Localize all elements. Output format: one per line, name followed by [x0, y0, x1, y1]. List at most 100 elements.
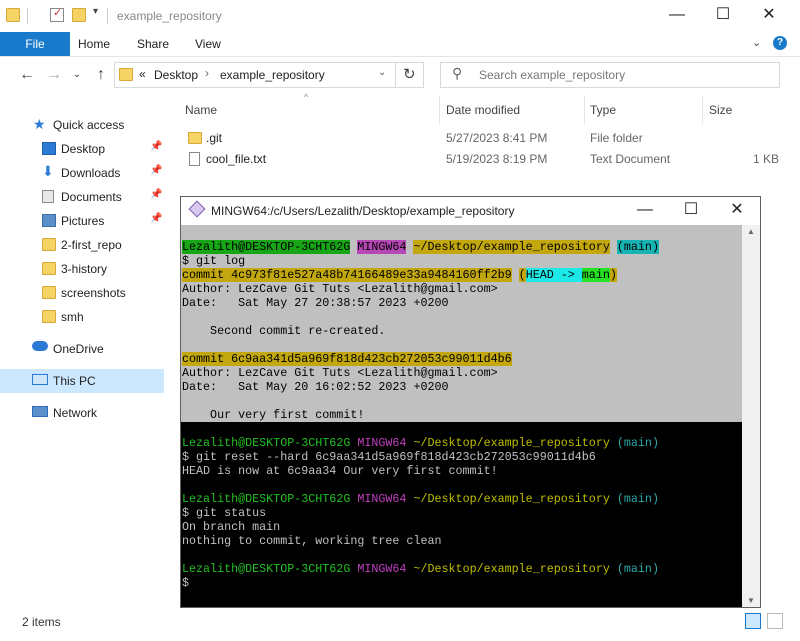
pictures-icon — [42, 214, 56, 227]
prompt-branch: (main) — [616, 562, 659, 576]
pin-icon[interactable]: 📌 — [150, 213, 162, 224]
sidebar-item-3-history[interactable]: 3-history — [0, 257, 164, 281]
commit-hash: commit 6c9aa341d5a969f818d423cb272053c99… — [182, 352, 512, 366]
terminal-output: Author: LezCave Git Tuts <Lezalith@gmail… — [182, 366, 498, 380]
star-icon: ★ — [33, 116, 46, 132]
chevron-down-icon[interactable]: ⌄ — [378, 67, 386, 78]
terminal-scrollbar[interactable]: ▲ ▼ — [742, 225, 760, 607]
customize-quick-access-icon[interactable]: ▾ — [93, 6, 98, 17]
prompt-user: Lezalith@DESKTOP-3CHT62G — [182, 436, 351, 450]
sidebar-item-label: 3-history — [61, 262, 108, 276]
sidebar-item-2-first-repo[interactable]: 2-first_repo — [0, 233, 164, 257]
folder-icon — [119, 68, 133, 81]
up-icon[interactable]: ↑ — [90, 64, 112, 86]
pc-icon — [32, 374, 48, 385]
divider — [395, 62, 396, 88]
desktop-icon — [42, 142, 56, 155]
large-icons-view-icon[interactable] — [767, 613, 783, 629]
terminal-output: HEAD is now at 6c9aa34 Our very first co… — [182, 464, 498, 478]
search-icon: ⚲ — [452, 65, 463, 81]
close-icon[interactable]: ✕ — [746, 0, 792, 32]
tab-share[interactable]: Share — [137, 32, 169, 56]
column-separator[interactable] — [584, 96, 585, 124]
terminal-commit-line: commit 4c973f81e527a48b74166489e33a94841… — [182, 268, 617, 282]
commit-ref-open: ( — [518, 268, 526, 282]
sidebar-item-screenshots[interactable]: screenshots — [0, 281, 164, 305]
terminal-maximize-icon[interactable]: ☐ — [668, 197, 714, 225]
sidebar-item-onedrive[interactable]: OneDrive — [0, 337, 164, 361]
breadcrumb-desktop[interactable]: Desktop — [154, 68, 198, 82]
sidebar-item-label: screenshots — [61, 286, 126, 300]
sidebar-item-downloads[interactable]: ⬇ Downloads 📌 — [0, 161, 164, 185]
refresh-icon[interactable]: ↻ — [403, 65, 416, 83]
sidebar-item-label: Documents — [61, 190, 122, 204]
sidebar-item-pictures[interactable]: Pictures 📌 — [0, 209, 164, 233]
table-row[interactable]: .git 5/27/2023 8:41 PM File folder — [180, 128, 780, 149]
minimize-icon[interactable]: — — [654, 0, 700, 32]
expand-ribbon-icon[interactable]: ⌄ — [752, 36, 761, 49]
column-header-size[interactable]: Size — [709, 103, 732, 117]
search-placeholder: Search example_repository — [479, 68, 626, 82]
file-name: cool_file.txt — [206, 152, 267, 166]
recent-locations-icon[interactable]: ⌄ — [66, 64, 88, 86]
prompt-path: ~/Desktop/example_repository — [413, 562, 610, 576]
pin-icon[interactable]: 📌 — [150, 165, 162, 176]
sidebar-item-label: OneDrive — [53, 342, 104, 356]
sidebar-item-desktop[interactable]: Desktop 📌 — [0, 137, 164, 161]
download-icon: ⬇ — [42, 163, 54, 179]
terminal-output: Our very first commit! — [182, 408, 365, 422]
window-title: example_repository — [117, 9, 222, 23]
column-header-type[interactable]: Type — [590, 103, 616, 117]
folder-icon — [42, 238, 56, 251]
help-icon[interactable]: ? — [773, 36, 787, 50]
column-header-date[interactable]: Date modified — [446, 103, 520, 117]
details-view-icon[interactable] — [745, 613, 761, 629]
tab-view[interactable]: View — [195, 32, 221, 56]
sidebar-item-network[interactable]: Network — [0, 401, 164, 425]
breadcrumb-folder[interactable]: example_repository — [220, 68, 325, 82]
tab-file[interactable]: File — [0, 32, 70, 56]
chevron-right-icon[interactable]: › — [205, 66, 209, 80]
column-header-name[interactable]: Name — [185, 103, 217, 117]
prompt-branch: (main) — [616, 436, 659, 450]
table-row[interactable]: cool_file.txt 5/19/2023 8:19 PM Text Doc… — [180, 149, 780, 170]
new-folder-icon[interactable] — [72, 8, 86, 22]
folder-icon — [6, 8, 20, 22]
sidebar-item-smh[interactable]: smh — [0, 305, 164, 329]
pin-icon[interactable]: 📌 — [150, 141, 162, 152]
terminal-command: $ git status — [182, 506, 267, 520]
commit-ref-close: ) — [609, 268, 617, 282]
sidebar-item-this-pc[interactable]: This PC — [0, 369, 164, 393]
sidebar-item-documents[interactable]: Documents 📌 — [0, 185, 164, 209]
file-size: 1 KB — [753, 152, 780, 166]
terminal-prompt: Lezalith@DESKTOP-3CHT62G MINGW64 ~/Deskt… — [182, 436, 659, 450]
forward-icon[interactable]: → — [43, 64, 65, 86]
terminal-output: Second commit re-created. — [182, 324, 386, 338]
scroll-up-icon[interactable]: ▲ — [747, 227, 755, 236]
terminal-input[interactable]: $ — [182, 576, 189, 590]
sidebar-item-label: Quick access — [53, 118, 125, 132]
network-icon — [32, 406, 48, 417]
prompt-env: MINGW64 — [357, 240, 407, 254]
pin-icon[interactable]: 📌 — [150, 189, 162, 200]
folder-icon — [188, 132, 202, 144]
sidebar-item-label: Downloads — [61, 166, 121, 180]
back-icon[interactable]: ← — [16, 64, 38, 86]
properties-icon[interactable]: ✓ — [50, 7, 64, 22]
sidebar-item-label: 2-first_repo — [61, 238, 122, 252]
maximize-icon[interactable]: ☐ — [700, 0, 746, 32]
column-separator[interactable] — [702, 96, 703, 124]
sidebar-item-label: Pictures — [61, 214, 105, 228]
documents-icon — [42, 190, 54, 203]
prompt-path: ~/Desktop/example_repository — [413, 436, 610, 450]
sidebar-item-quick-access[interactable]: ★ Quick access — [0, 113, 164, 137]
terminal-close-icon[interactable]: ✕ — [714, 197, 760, 225]
prompt-user: Lezalith@DESKTOP-3CHT62G — [182, 562, 351, 576]
terminal-output: Date: Sat May 27 20:38:57 2023 +0200 — [182, 296, 449, 310]
tab-home[interactable]: Home — [78, 32, 110, 56]
breadcrumb-overflow[interactable]: « — [139, 67, 146, 81]
terminal-minimize-icon[interactable]: — — [622, 197, 668, 225]
column-separator[interactable] — [439, 96, 440, 124]
sort-up-icon: ^ — [304, 92, 309, 102]
scroll-down-icon[interactable]: ▼ — [747, 596, 755, 605]
